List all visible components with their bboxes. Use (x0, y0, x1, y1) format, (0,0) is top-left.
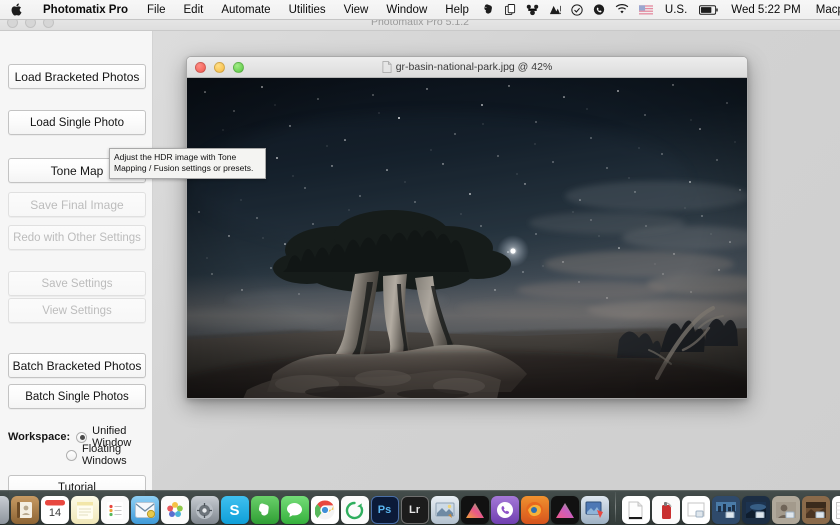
dock-item-launchpad[interactable] (0, 496, 9, 524)
load-single-photo-button[interactable]: Load Single Photo (8, 110, 146, 135)
wifi-icon[interactable] (610, 0, 634, 20)
dock-item-chrome[interactable] (310, 496, 339, 524)
workspace-canvas: gr-basin-national-park.jpg @ 42% (153, 31, 840, 492)
menu-view[interactable]: View (335, 0, 378, 20)
dock-item-messages[interactable] (280, 496, 309, 524)
batch-bracketed-photos-button[interactable]: Batch Bracketed Photos (8, 353, 146, 378)
menu-file[interactable]: File (138, 0, 175, 20)
photo-canvas[interactable] (187, 78, 747, 398)
dock-item-image-editor[interactable] (580, 496, 609, 524)
menu-bar-left: Photomatix Pro File Edit Automate Utilit… (0, 0, 478, 19)
dock-file-landscape-photo-file[interactable] (801, 496, 830, 524)
dock-file-portrait-photo-file[interactable] (771, 496, 800, 524)
apple-logo-icon[interactable] (0, 3, 33, 16)
battery-icon[interactable] (694, 0, 723, 20)
image-window-title-group: gr-basin-national-park.jpg @ 42% (187, 57, 747, 78)
duplicate-icon[interactable] (500, 0, 521, 20)
dock-item-photos[interactable] (160, 496, 189, 524)
us-flag-icon[interactable] (634, 0, 658, 20)
dock-item-app-green-refresh[interactable] (340, 496, 369, 524)
macos-dock: 14 S Ps Lr (0, 490, 840, 525)
menu-edit[interactable]: Edit (175, 0, 213, 20)
image-window-titlebar[interactable]: gr-basin-national-park.jpg @ 42% (187, 57, 747, 78)
menu-utilities[interactable]: Utilities (280, 0, 335, 20)
document-proxy-icon[interactable] (382, 61, 392, 73)
evernote-icon[interactable] (478, 0, 500, 20)
menu-bar-user-name[interactable]: Macphun (809, 0, 840, 20)
dock-item-firefox[interactable] (520, 496, 549, 524)
dropbox-sync-icon[interactable] (521, 0, 544, 20)
dock-file-document-stack[interactable] (621, 496, 650, 524)
macos-menu-bar: Photomatix Pro File Edit Automate Utilit… (0, 0, 840, 20)
menu-bar-clock[interactable]: Wed 5:22 PM (723, 0, 808, 20)
menu-app-name[interactable]: Photomatix Pro (33, 0, 138, 20)
checkmark-circle-icon[interactable] (566, 0, 588, 20)
load-bracketed-photos-button[interactable]: Load Bracketed Photos (8, 64, 146, 89)
dock-item-aurora-hdr[interactable] (460, 496, 489, 524)
save-settings-button: Save Settings (8, 271, 146, 296)
dock-item-notes[interactable] (70, 496, 99, 524)
menu-bar-status-area: U.S. Wed 5:22 PM Macphun (478, 0, 840, 19)
dock-item-skype[interactable]: S (220, 496, 249, 524)
menu-automate[interactable]: Automate (212, 0, 279, 20)
dock-item-evernote[interactable] (250, 496, 279, 524)
tone-map-tooltip: Adjust the HDR image with Tone Mapping /… (109, 148, 266, 179)
image-document-window: gr-basin-national-park.jpg @ 42% (186, 56, 748, 399)
istat-menus-icon[interactable] (544, 0, 566, 20)
dock-items: 14 S Ps Lr (0, 492, 840, 525)
dock-file-city-photo-file[interactable] (711, 496, 740, 524)
dock-item-calendar[interactable]: 14 (40, 496, 69, 524)
view-settings-button: View Settings (8, 298, 146, 323)
image-window-title: gr-basin-national-park.jpg @ 42% (395, 60, 553, 73)
dock-item-photomatix[interactable] (430, 496, 459, 524)
radio-floating-windows[interactable] (66, 449, 77, 461)
svg-text:14: 14 (48, 507, 60, 519)
dock-item-viber[interactable] (490, 496, 519, 524)
dock-separator (614, 492, 616, 522)
main-window-body: Load Bracketed Photos Load Single Photo … (0, 31, 840, 500)
radio-unified-window[interactable] (76, 431, 88, 443)
redo-with-other-settings-button: Redo with Other Settings (8, 225, 146, 250)
dock-file-downloads-document[interactable] (681, 496, 710, 524)
dock-item-photoshop[interactable]: Ps (370, 496, 399, 524)
input-source-label[interactable]: U.S. (658, 0, 694, 20)
save-final-image-button: Save Final Image (8, 192, 146, 217)
dock-item-reminders[interactable] (100, 496, 129, 524)
radio-floating-windows-label[interactable]: Floating Windows (82, 443, 152, 467)
night-sky-photograph (187, 78, 747, 398)
menu-window[interactable]: Window (377, 0, 436, 20)
dock-file-spreadsheet-file[interactable] (831, 496, 840, 524)
photomatix-main-window: Photomatix Pro 5.1.2 Load Bracketed Phot… (0, 14, 840, 500)
dock-item-lightroom[interactable]: Lr (400, 496, 429, 524)
batch-single-photos-button[interactable]: Batch Single Photos (8, 384, 146, 409)
dock-item-prism-app[interactable] (550, 496, 579, 524)
dock-item-system-preferences[interactable] (190, 496, 219, 524)
dock-item-mail[interactable] (130, 496, 159, 524)
dock-item-contacts[interactable] (10, 496, 39, 524)
workspace-floating-row: Floating Windows (66, 443, 152, 467)
menu-help[interactable]: Help (436, 0, 478, 20)
dock-file-sky-photo-file[interactable] (741, 496, 770, 524)
left-sidebar: Load Bracketed Photos Load Single Photo … (0, 31, 153, 500)
dock-file-red-utility-app[interactable] (651, 496, 680, 524)
workspace-label: Workspace: (8, 431, 71, 443)
viber-icon[interactable] (588, 0, 610, 20)
